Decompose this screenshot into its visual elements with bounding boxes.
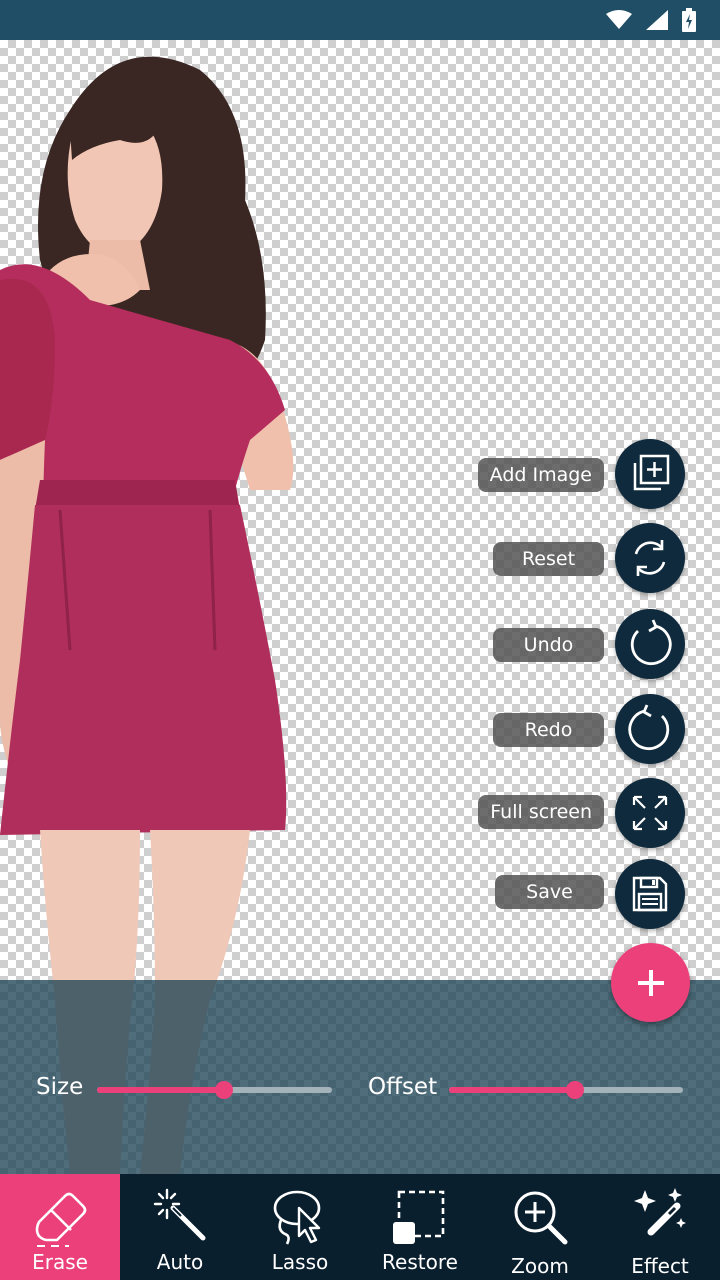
add-image-icon xyxy=(633,454,670,491)
full-screen-button[interactable] xyxy=(615,778,685,848)
undo-button[interactable] xyxy=(615,609,685,679)
save-icon xyxy=(632,876,668,912)
plus-icon xyxy=(637,969,664,996)
tool-auto-label: Auto xyxy=(156,1250,204,1274)
redo-icon xyxy=(628,704,670,750)
redo-label: Redo xyxy=(493,713,604,747)
redo-button[interactable] xyxy=(615,694,685,764)
tool-lasso-label: Lasso xyxy=(271,1250,329,1274)
size-slider-fill xyxy=(97,1087,224,1093)
tool-lasso[interactable]: Lasso xyxy=(240,1174,360,1280)
offset-slider-fill xyxy=(449,1087,576,1093)
add-image-button[interactable] xyxy=(615,439,685,509)
save-button[interactable] xyxy=(615,859,685,929)
fab-main-button[interactable] xyxy=(611,943,690,1022)
size-slider-thumb[interactable] xyxy=(214,1081,233,1099)
reset-button[interactable] xyxy=(615,523,685,593)
signal-icon xyxy=(646,10,668,30)
eraser-icon xyxy=(35,1192,87,1247)
fab-item-save[interactable]: Save xyxy=(0,857,720,929)
status-bar xyxy=(0,0,720,40)
fab-item-undo[interactable]: Undo xyxy=(0,607,720,679)
fab-item-redo[interactable]: Redo xyxy=(0,692,720,764)
lasso-icon xyxy=(273,1190,321,1245)
offset-slider[interactable] xyxy=(449,1081,683,1099)
brush-sliders: Size Offset xyxy=(0,1070,720,1110)
save-label: Save xyxy=(495,875,604,909)
reset-icon xyxy=(634,540,666,576)
tool-effect[interactable]: Effect xyxy=(600,1174,720,1280)
tool-zoom[interactable]: Zoom xyxy=(480,1174,600,1280)
size-label: Size xyxy=(36,1074,84,1100)
fab-item-reset[interactable]: Reset xyxy=(0,521,720,593)
tool-erase[interactable]: Erase xyxy=(0,1174,120,1280)
zoom-icon xyxy=(514,1191,568,1245)
fullscreen-icon xyxy=(632,795,668,831)
fab-item-add-image[interactable]: Add Image xyxy=(0,437,720,509)
restore-icon xyxy=(393,1190,445,1244)
magic-wand-icon xyxy=(153,1188,206,1241)
wifi-icon xyxy=(606,10,632,29)
fab-item-full-screen[interactable]: Full screen xyxy=(0,776,720,848)
undo-icon xyxy=(630,619,672,665)
add-image-label: Add Image xyxy=(477,458,604,492)
effect-icon xyxy=(634,1188,686,1236)
reset-label: Reset xyxy=(493,542,604,576)
battery-charging-icon xyxy=(682,8,696,32)
tool-effect-label: Effect xyxy=(631,1254,689,1278)
offset-label: Offset xyxy=(368,1074,438,1100)
tool-restore[interactable]: Restore xyxy=(360,1174,480,1280)
full-screen-label: Full screen xyxy=(478,795,604,829)
tool-zoom-label: Zoom xyxy=(511,1254,569,1278)
undo-label: Undo xyxy=(493,628,604,662)
tool-auto[interactable]: Auto xyxy=(120,1174,240,1280)
tool-erase-label: Erase xyxy=(32,1250,88,1274)
size-slider[interactable] xyxy=(97,1081,332,1099)
offset-slider-thumb[interactable] xyxy=(566,1081,585,1099)
tool-restore-label: Restore xyxy=(382,1250,458,1274)
bottom-toolbar: Erase Auto Lasso Restore Zoom Effect xyxy=(0,1174,720,1280)
